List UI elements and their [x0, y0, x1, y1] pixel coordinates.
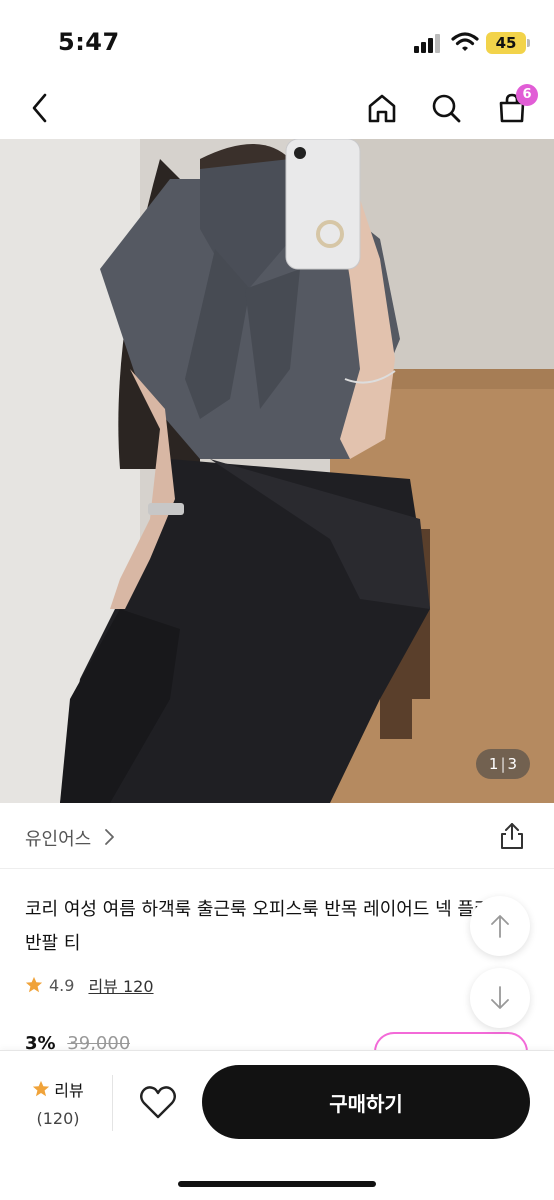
status-time: 5:47: [58, 28, 120, 56]
image-counter-total: 3: [507, 755, 518, 773]
battery-indicator: 45: [486, 32, 530, 54]
image-counter-current: 1: [488, 755, 499, 773]
home-indicator: [178, 1181, 376, 1187]
star-icon: [25, 976, 43, 993]
arrow-down-icon: [491, 986, 509, 1009]
status-bar: 5:47 45: [0, 0, 554, 80]
top-nav: 6: [0, 80, 554, 138]
cart-count-badge: 6: [516, 84, 538, 106]
brand-link[interactable]: 유인어스: [25, 825, 91, 851]
arrow-up-icon: [491, 915, 509, 938]
search-button[interactable]: [426, 88, 466, 128]
image-counter-separator: |: [500, 755, 506, 773]
product-image[interactable]: 1 | 3: [0, 139, 554, 803]
search-icon: [432, 94, 461, 123]
rating-value: 4.9: [49, 975, 75, 995]
home-button[interactable]: [362, 88, 402, 128]
back-button[interactable]: [20, 88, 60, 128]
image-counter: 1 | 3: [476, 749, 530, 779]
product-photo: [0, 139, 554, 803]
brand-row: 유인어스: [0, 803, 554, 869]
star-icon: [33, 1080, 50, 1097]
signal-icon: [414, 33, 442, 53]
buy-button[interactable]: 구매하기: [202, 1065, 530, 1139]
rating-row: 4.9 리뷰 120: [25, 973, 154, 997]
heart-icon[interactable]: [138, 1083, 178, 1123]
cart-button[interactable]: 6: [492, 84, 538, 128]
divider: [112, 1075, 113, 1131]
scroll-top-button[interactable]: [470, 896, 530, 956]
review-summary-count: (120): [36, 1109, 80, 1128]
scroll-bottom-button[interactable]: [470, 968, 530, 1028]
review-link[interactable]: 리뷰 120: [88, 973, 153, 997]
chevron-left-icon: [32, 93, 47, 123]
home-icon: [368, 94, 396, 123]
bottom-action-bar: 리뷰 (120) 구매하기: [0, 1050, 554, 1200]
chevron-right-icon: [105, 829, 114, 845]
review-summary[interactable]: 리뷰 (120): [26, 1077, 90, 1128]
review-summary-label: 리뷰: [54, 1081, 84, 1100]
product-title: 코리 여성 여름 하객룩 출근룩 오피스룩 반목 레이어드 넥 플리츠 반팔 티: [25, 899, 508, 954]
share-icon[interactable]: [497, 821, 527, 851]
wifi-icon: [451, 32, 479, 51]
